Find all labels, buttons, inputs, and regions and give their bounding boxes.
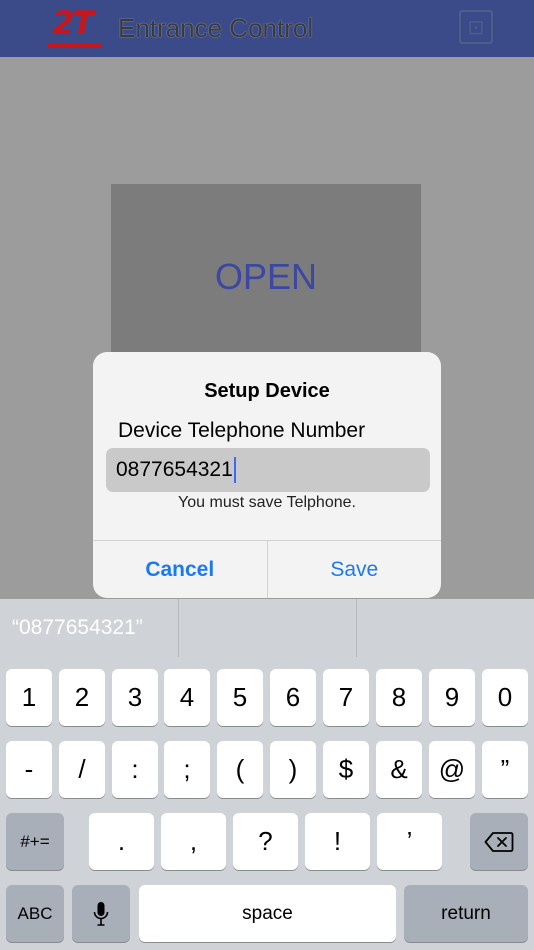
key-1[interactable]: 1 (6, 669, 52, 726)
suggestion-item[interactable] (178, 599, 356, 657)
telephone-value: 0877654321 (116, 458, 233, 481)
dictation-key[interactable] (72, 885, 130, 942)
open-button[interactable]: OPEN (111, 184, 421, 364)
key-dollar[interactable]: $ (323, 741, 369, 798)
key-hyphen[interactable]: - (6, 741, 52, 798)
save-button[interactable]: Save (268, 541, 442, 598)
key-exclamation[interactable]: ! (305, 813, 370, 870)
suggestion-bar: “0877654321” (0, 599, 534, 657)
key-symbols-mode[interactable]: #+= (6, 813, 64, 870)
key-4[interactable]: 4 (164, 669, 210, 726)
app-title: Entrance Control (118, 13, 314, 43)
app-logo: 2T (48, 4, 104, 48)
key-space[interactable]: space (139, 885, 396, 942)
key-close-paren[interactable]: ) (270, 741, 316, 798)
key-0[interactable]: 0 (482, 669, 528, 726)
cancel-button[interactable]: Cancel (93, 541, 268, 598)
key-apostrophe[interactable]: ’ (377, 813, 442, 870)
key-abc[interactable]: ABC (6, 885, 64, 942)
dialog-actions: Cancel Save (93, 540, 441, 598)
dialog-title: Setup Device (204, 380, 330, 402)
key-ampersand[interactable]: & (376, 741, 422, 798)
telephone-input[interactable]: 0877654321 (106, 448, 430, 492)
text-caret (233, 457, 236, 483)
suggestion-item[interactable]: “0877654321” (0, 599, 178, 657)
key-2[interactable]: 2 (59, 669, 105, 726)
logo-underline (48, 44, 102, 48)
settings-button[interactable]: ⊡ (459, 10, 493, 44)
key-quote[interactable]: ” (482, 741, 528, 798)
key-slash[interactable]: / (59, 741, 105, 798)
key-comma[interactable]: , (161, 813, 226, 870)
setup-device-dialog: Setup Device Device Telephone Number 087… (93, 352, 441, 598)
backspace-icon (484, 831, 514, 852)
microphone-icon (93, 901, 109, 926)
open-label: OPEN (214, 256, 318, 297)
key-semicolon[interactable]: ; (164, 741, 210, 798)
key-9[interactable]: 9 (429, 669, 475, 726)
key-8[interactable]: 8 (376, 669, 422, 726)
key-question[interactable]: ? (233, 813, 298, 870)
app-header: 2T Entrance Control ⊡ (0, 0, 534, 57)
key-colon[interactable]: : (112, 741, 158, 798)
key-7[interactable]: 7 (323, 669, 369, 726)
key-3[interactable]: 3 (112, 669, 158, 726)
keyboard: “0877654321” 1 2 3 4 5 6 7 8 9 0 - / : ;… (0, 599, 534, 950)
settings-icon: ⊡ (467, 16, 485, 39)
key-period[interactable]: . (89, 813, 154, 870)
logo-text: 2T (52, 4, 94, 42)
key-at[interactable]: @ (429, 741, 475, 798)
telephone-label: Device Telephone Number (118, 419, 366, 442)
delete-key[interactable] (470, 813, 528, 870)
key-return[interactable]: return (404, 885, 528, 942)
dialog-hint: You must save Telphone. (178, 494, 356, 511)
key-open-paren[interactable]: ( (217, 741, 263, 798)
suggestion-item[interactable] (356, 599, 534, 657)
key-5[interactable]: 5 (217, 669, 263, 726)
key-6[interactable]: 6 (270, 669, 316, 726)
